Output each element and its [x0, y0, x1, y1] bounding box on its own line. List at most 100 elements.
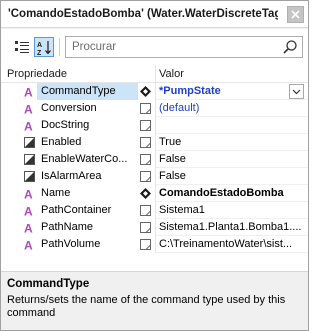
column-divider: [155, 168, 156, 185]
property-row[interactable]: A PathName Sistema1.Planta1.Bomba1....: [1, 219, 308, 236]
categorized-view-button[interactable]: [12, 37, 32, 57]
row-margin: [1, 219, 21, 236]
property-name[interactable]: Conversion: [37, 100, 138, 117]
row-margin: [1, 83, 21, 100]
row-margin: [1, 202, 21, 219]
property-icon: A: [23, 204, 36, 219]
column-divider: [155, 202, 156, 219]
diamond-icon: [139, 187, 152, 200]
row-separator: [156, 252, 308, 253]
description-text: Returns/sets the name of the command typ…: [7, 294, 286, 319]
property-name[interactable]: PathName: [37, 219, 138, 236]
boolean-icon: [23, 136, 36, 149]
title-bar: 'ComandoEstadoBomba' (Water.WaterDiscret…: [1, 1, 308, 28]
header-property: Propriedade: [7, 68, 67, 80]
property-value[interactable]: *PumpState: [159, 83, 304, 100]
property-value[interactable]: True: [159, 134, 304, 151]
header-value: Valor: [159, 68, 184, 80]
row-margin: [1, 100, 21, 117]
property-value[interactable]: Sistema1: [159, 202, 304, 219]
property-value[interactable]: False: [159, 151, 304, 168]
property-row[interactable]: EnableWaterCo... False: [1, 151, 308, 168]
property-row[interactable]: A Name ComandoEstadoBomba: [1, 185, 308, 202]
search-box[interactable]: [65, 36, 303, 58]
value-dropdown-button[interactable]: [289, 84, 304, 99]
column-divider: [155, 236, 156, 253]
svg-text:A: A: [24, 222, 33, 235]
edit-box-icon: [139, 153, 152, 166]
diamond-icon: [139, 85, 152, 98]
property-icon: A: [23, 119, 36, 134]
column-divider: [155, 134, 156, 151]
property-row[interactable]: A CommandType *PumpState: [1, 83, 308, 100]
property-value[interactable]: False: [159, 168, 304, 185]
column-divider: [155, 100, 156, 117]
property-value[interactable]: [159, 117, 304, 134]
property-row[interactable]: A PathContainer Sistema1: [1, 202, 308, 219]
svg-text:A: A: [24, 103, 33, 116]
edit-box-icon: [139, 136, 152, 149]
chevron-down-icon: [292, 89, 301, 95]
alphabetical-sort-button[interactable]: A Z: [34, 37, 54, 57]
property-value[interactable]: ComandoEstadoBomba: [159, 185, 304, 202]
svg-text:A: A: [24, 239, 33, 252]
search-icon[interactable]: [282, 39, 298, 55]
property-value[interactable]: (default): [159, 100, 304, 117]
property-name[interactable]: IsAlarmArea: [37, 168, 138, 185]
property-grid: Propriedade Valor A CommandType *PumpState…: [1, 65, 308, 271]
svg-text:A: A: [24, 205, 33, 218]
row-margin: [1, 117, 21, 134]
svg-text:Z: Z: [37, 50, 42, 56]
property-row[interactable]: A DocString: [1, 117, 308, 134]
svg-text:A: A: [24, 188, 33, 201]
property-icon: A: [23, 85, 36, 100]
property-rows: A CommandType *PumpState A Conversion (defaul…: [1, 83, 308, 253]
property-value[interactable]: Sistema1.Planta1.Bomba1....: [159, 219, 304, 236]
row-margin: [1, 151, 21, 168]
edit-box-icon: [139, 102, 152, 115]
property-icon: A: [23, 102, 36, 117]
column-divider: [155, 83, 156, 100]
close-button[interactable]: [287, 6, 304, 23]
header-divider[interactable]: [155, 65, 156, 83]
toolbar: A Z: [1, 29, 308, 65]
property-name[interactable]: Enabled: [37, 134, 138, 151]
property-row[interactable]: A Conversion (default): [1, 100, 308, 117]
edit-box-icon: [139, 119, 152, 132]
property-name[interactable]: PathContainer: [37, 202, 138, 219]
property-icon: A: [23, 187, 36, 202]
toolbar-separator: [59, 38, 60, 56]
row-margin: [1, 168, 21, 185]
row-margin: [1, 134, 21, 151]
property-name[interactable]: CommandType: [37, 83, 138, 100]
alphabetical-sort-icon: A Z: [37, 41, 51, 56]
row-margin: [1, 185, 21, 202]
edit-box-icon: [139, 170, 152, 183]
close-icon: [291, 10, 300, 19]
categorized-view-icon: [15, 41, 29, 53]
edit-box-icon: [139, 238, 152, 251]
row-margin: [1, 236, 21, 253]
property-row[interactable]: IsAlarmArea False: [1, 168, 308, 185]
svg-text:A: A: [24, 120, 33, 133]
column-divider: [155, 219, 156, 236]
boolean-icon: [23, 153, 36, 166]
boolean-icon: [23, 170, 36, 183]
property-name[interactable]: EnableWaterCo...: [37, 151, 138, 168]
description-pane: CommandType Returns/sets the name of the…: [1, 272, 308, 330]
svg-text:A: A: [37, 42, 42, 49]
grid-header: Propriedade Valor: [1, 65, 308, 83]
search-input[interactable]: [66, 37, 276, 57]
window-title: 'ComandoEstadoBomba' (Water.WaterDiscret…: [8, 8, 278, 20]
column-divider: [155, 185, 156, 202]
property-name[interactable]: Name: [37, 185, 138, 202]
property-name[interactable]: DocString: [37, 117, 138, 134]
property-value[interactable]: C:\TreinamentoWater\sist...: [159, 236, 304, 253]
property-row[interactable]: A PathVolume C:\TreinamentoWater\sist...: [1, 236, 308, 253]
property-icon: A: [23, 221, 36, 236]
property-name[interactable]: PathVolume: [37, 236, 138, 253]
column-divider: [155, 151, 156, 168]
edit-box-icon: [139, 204, 152, 217]
property-row[interactable]: Enabled True: [1, 134, 308, 151]
description-title: CommandType: [7, 278, 90, 290]
